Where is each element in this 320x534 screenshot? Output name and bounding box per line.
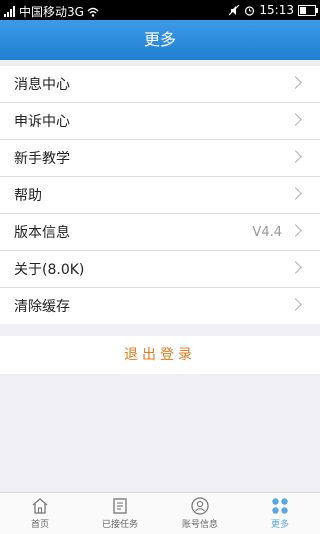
- menu-item-version[interactable]: 版本信息 V4.4: [0, 214, 320, 251]
- battery-icon: [298, 4, 318, 16]
- clock-time: 15:13: [259, 3, 294, 17]
- menu-item-label: 帮助: [14, 188, 42, 204]
- menu-item-label: 申诉中心: [14, 114, 70, 130]
- menu-item-appeal-center[interactable]: 申诉中心: [0, 103, 320, 140]
- menu-item-label: 新手教学: [14, 151, 70, 167]
- user-icon: [191, 497, 209, 515]
- tab-label: 账号信息: [181, 520, 218, 530]
- menu-item-message-center[interactable]: 消息中心: [0, 66, 320, 103]
- chevron-right-icon: [289, 187, 302, 200]
- alarm-icon: [245, 5, 255, 16]
- status-bar: 中国移动3G 15:13: [0, 0, 320, 20]
- page-title: 更多: [0, 20, 320, 60]
- tab-account-info[interactable]: 账号信息: [160, 493, 240, 534]
- chevron-right-icon: [289, 113, 302, 126]
- mute-icon: [229, 4, 240, 15]
- task-icon: [113, 498, 127, 514]
- tab-more[interactable]: 更多: [240, 493, 320, 534]
- bottom-tab-bar: 首页 已接任务 账号信息 更多: [0, 492, 320, 534]
- tab-home[interactable]: 首页: [0, 493, 80, 534]
- tab-accepted-tasks[interactable]: 已接任务: [80, 493, 160, 534]
- signal-icon: [4, 6, 16, 17]
- menu-item-about[interactable]: 关于(8.0K): [0, 251, 320, 288]
- chevron-right-icon: [289, 298, 302, 311]
- menu-item-label: 关于(8.0K): [14, 262, 85, 278]
- chevron-right-icon: [289, 76, 302, 89]
- home-icon: [32, 498, 48, 514]
- menu-item-label: 消息中心: [14, 77, 70, 93]
- chevron-right-icon: [289, 224, 302, 237]
- menu-item-help[interactable]: 帮助: [0, 177, 320, 214]
- menu-item-clear-cache[interactable]: 清除缓存: [0, 288, 320, 324]
- menu-item-label: 版本信息: [14, 225, 70, 241]
- menu-item-label: 清除缓存: [14, 299, 70, 315]
- wifi-icon: [87, 7, 99, 17]
- logout-button[interactable]: 退出登录: [0, 336, 320, 374]
- menu-item-tutorial[interactable]: 新手教学: [0, 140, 320, 177]
- carrier-label: 中国移动3G: [19, 5, 84, 19]
- tab-label: 更多: [270, 520, 289, 530]
- chevron-right-icon: [289, 261, 302, 274]
- version-value: V4.4: [252, 224, 282, 240]
- tab-label: 已接任务: [101, 520, 138, 530]
- more-icon: [272, 498, 288, 514]
- tab-label: 首页: [30, 520, 49, 530]
- chevron-right-icon: [289, 150, 302, 163]
- settings-menu: 消息中心 申诉中心 新手教学 帮助 版本信息 V4.4 关于(8.0K) 清除缓…: [0, 66, 320, 324]
